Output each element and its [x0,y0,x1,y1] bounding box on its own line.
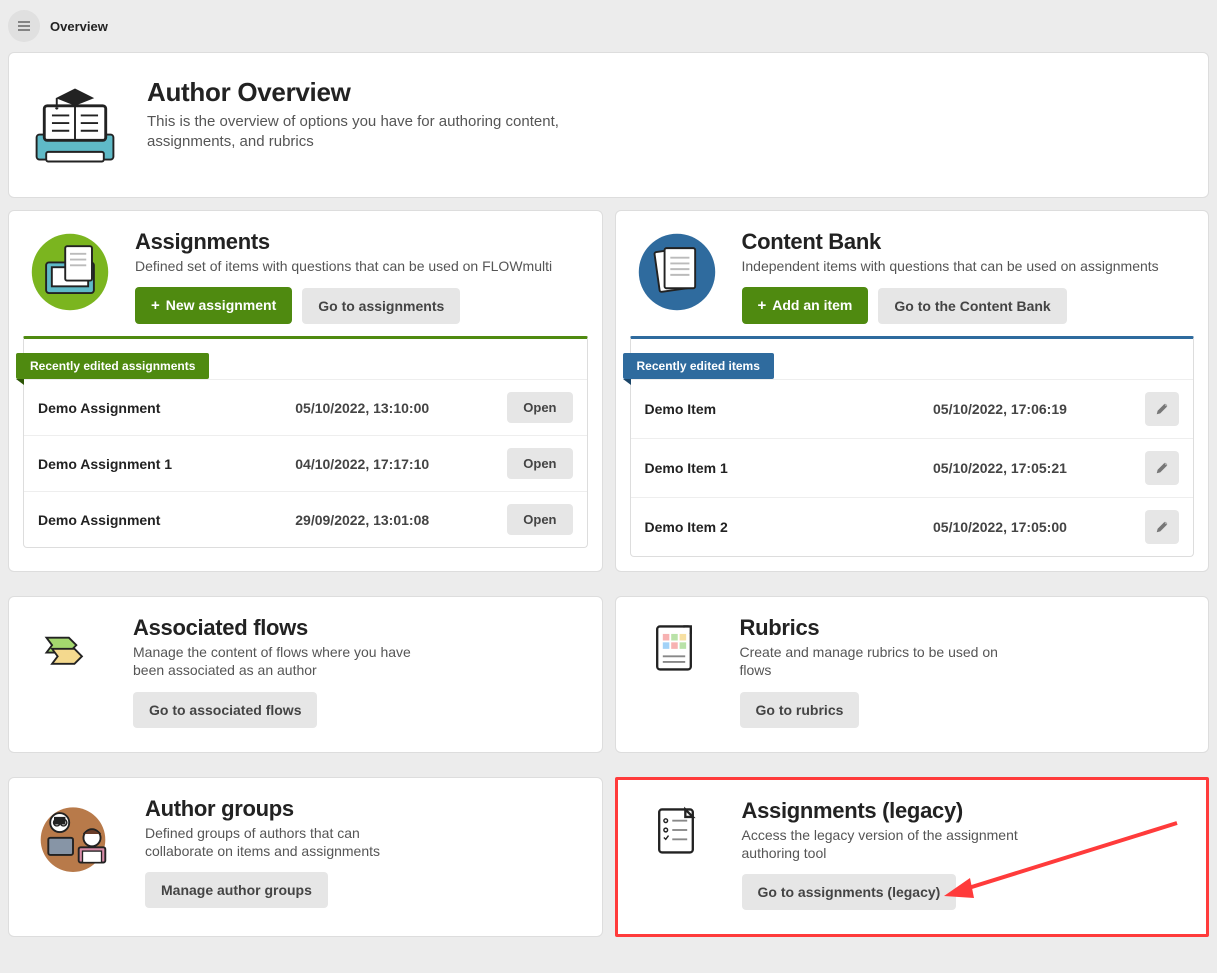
pencil-icon [1155,402,1169,416]
author-overview-icon [27,77,123,173]
legacy-title: Assignments (legacy) [742,798,1187,824]
assignments-icon [27,229,115,317]
hamburger-icon [16,18,32,34]
list-item: Demo Item 05/10/2022, 17:06:19 [631,379,1194,438]
page-subtitle: This is the overview of options you have… [147,112,607,153]
goto-flows-button[interactable]: Go to associated flows [133,692,317,728]
breadcrumb: Overview [50,19,108,34]
goto-rubrics-button[interactable]: Go to rubrics [740,692,860,728]
edit-item-button[interactable] [1145,451,1179,485]
menu-button[interactable] [8,10,40,42]
recent-assignments-list: Recently edited assignments Demo Assignm… [23,336,588,548]
edit-item-button[interactable] [1145,510,1179,544]
rubrics-subtitle: Create and manage rubrics to be used on … [740,643,1020,679]
content-bank-card: Content Bank Independent items with ques… [615,210,1210,572]
assignment-name: Demo Assignment [38,400,283,416]
recent-items-ribbon: Recently edited items [623,353,774,379]
pencil-icon [1155,461,1169,475]
item-name: Demo Item 2 [645,519,922,535]
item-date: 05/10/2022, 17:05:00 [933,519,1133,535]
assignments-subtitle: Defined set of items with questions that… [135,257,582,275]
hero-card: Author Overview This is the overview of … [8,52,1209,198]
author-groups-subtitle: Defined groups of authors that can colla… [145,824,405,860]
associated-flows-card: Associated flows Manage the content of f… [8,596,603,752]
assignment-date: 05/10/2022, 13:10:00 [295,400,495,416]
item-date: 05/10/2022, 17:06:19 [933,401,1133,417]
recent-items-list: Recently edited items Demo Item 05/10/20… [630,336,1195,557]
goto-content-bank-button[interactable]: Go to the Content Bank [878,288,1066,324]
author-groups-title: Author groups [145,796,582,822]
plus-icon: + [758,297,767,314]
new-assignment-button[interactable]: +New assignment [135,287,292,324]
open-assignment-button[interactable]: Open [507,504,572,535]
flows-subtitle: Manage the content of flows where you ha… [133,643,413,679]
rubrics-card: Rubrics Create and manage rubrics to be … [615,596,1210,752]
content-bank-title: Content Bank [742,229,1189,255]
flows-title: Associated flows [133,615,582,641]
rubrics-title: Rubrics [740,615,1189,641]
assignments-legacy-card: Assignments (legacy) Access the legacy v… [615,777,1210,937]
topbar: Overview [0,0,1217,52]
assignments-card: Assignments Defined set of items with qu… [8,210,603,572]
open-assignment-button[interactable]: Open [507,392,572,423]
goto-assignments-legacy-button[interactable]: Go to assignments (legacy) [742,874,957,910]
add-item-button[interactable]: +Add an item [742,287,869,324]
assignments-title: Assignments [135,229,582,255]
list-item: Demo Item 2 05/10/2022, 17:05:00 [631,497,1194,556]
assignment-date: 29/09/2022, 13:01:08 [295,512,495,528]
goto-assignments-button[interactable]: Go to assignments [302,288,460,324]
content-bank-icon [634,229,722,317]
list-item: Demo Assignment 1 04/10/2022, 17:17:10 O… [24,435,587,491]
list-item: Demo Assignment 05/10/2022, 13:10:00 Ope… [24,379,587,435]
assignment-name: Demo Assignment [38,512,283,528]
manage-author-groups-button[interactable]: Manage author groups [145,872,328,908]
item-date: 05/10/2022, 17:05:21 [933,460,1133,476]
author-groups-icon [25,796,121,875]
assignment-name: Demo Assignment 1 [38,456,283,472]
recent-assignments-ribbon: Recently edited assignments [16,353,209,379]
flows-icon [39,619,95,675]
pencil-icon [1155,520,1169,534]
content-bank-subtitle: Independent items with questions that ca… [742,257,1189,275]
author-groups-card: Author groups Defined groups of authors … [8,777,603,937]
edit-item-button[interactable] [1145,392,1179,426]
open-assignment-button[interactable]: Open [507,448,572,479]
list-item: Demo Assignment 29/09/2022, 13:01:08 Ope… [24,491,587,547]
legacy-subtitle: Access the legacy version of the assignm… [742,826,1022,862]
page-title: Author Overview [147,77,607,108]
assignment-date: 04/10/2022, 17:17:10 [295,456,495,472]
list-item: Demo Item 1 05/10/2022, 17:05:21 [631,438,1194,497]
legacy-icon [648,802,704,858]
plus-icon: + [151,297,160,314]
item-name: Demo Item 1 [645,460,922,476]
rubrics-icon [646,619,702,675]
item-name: Demo Item [645,401,922,417]
